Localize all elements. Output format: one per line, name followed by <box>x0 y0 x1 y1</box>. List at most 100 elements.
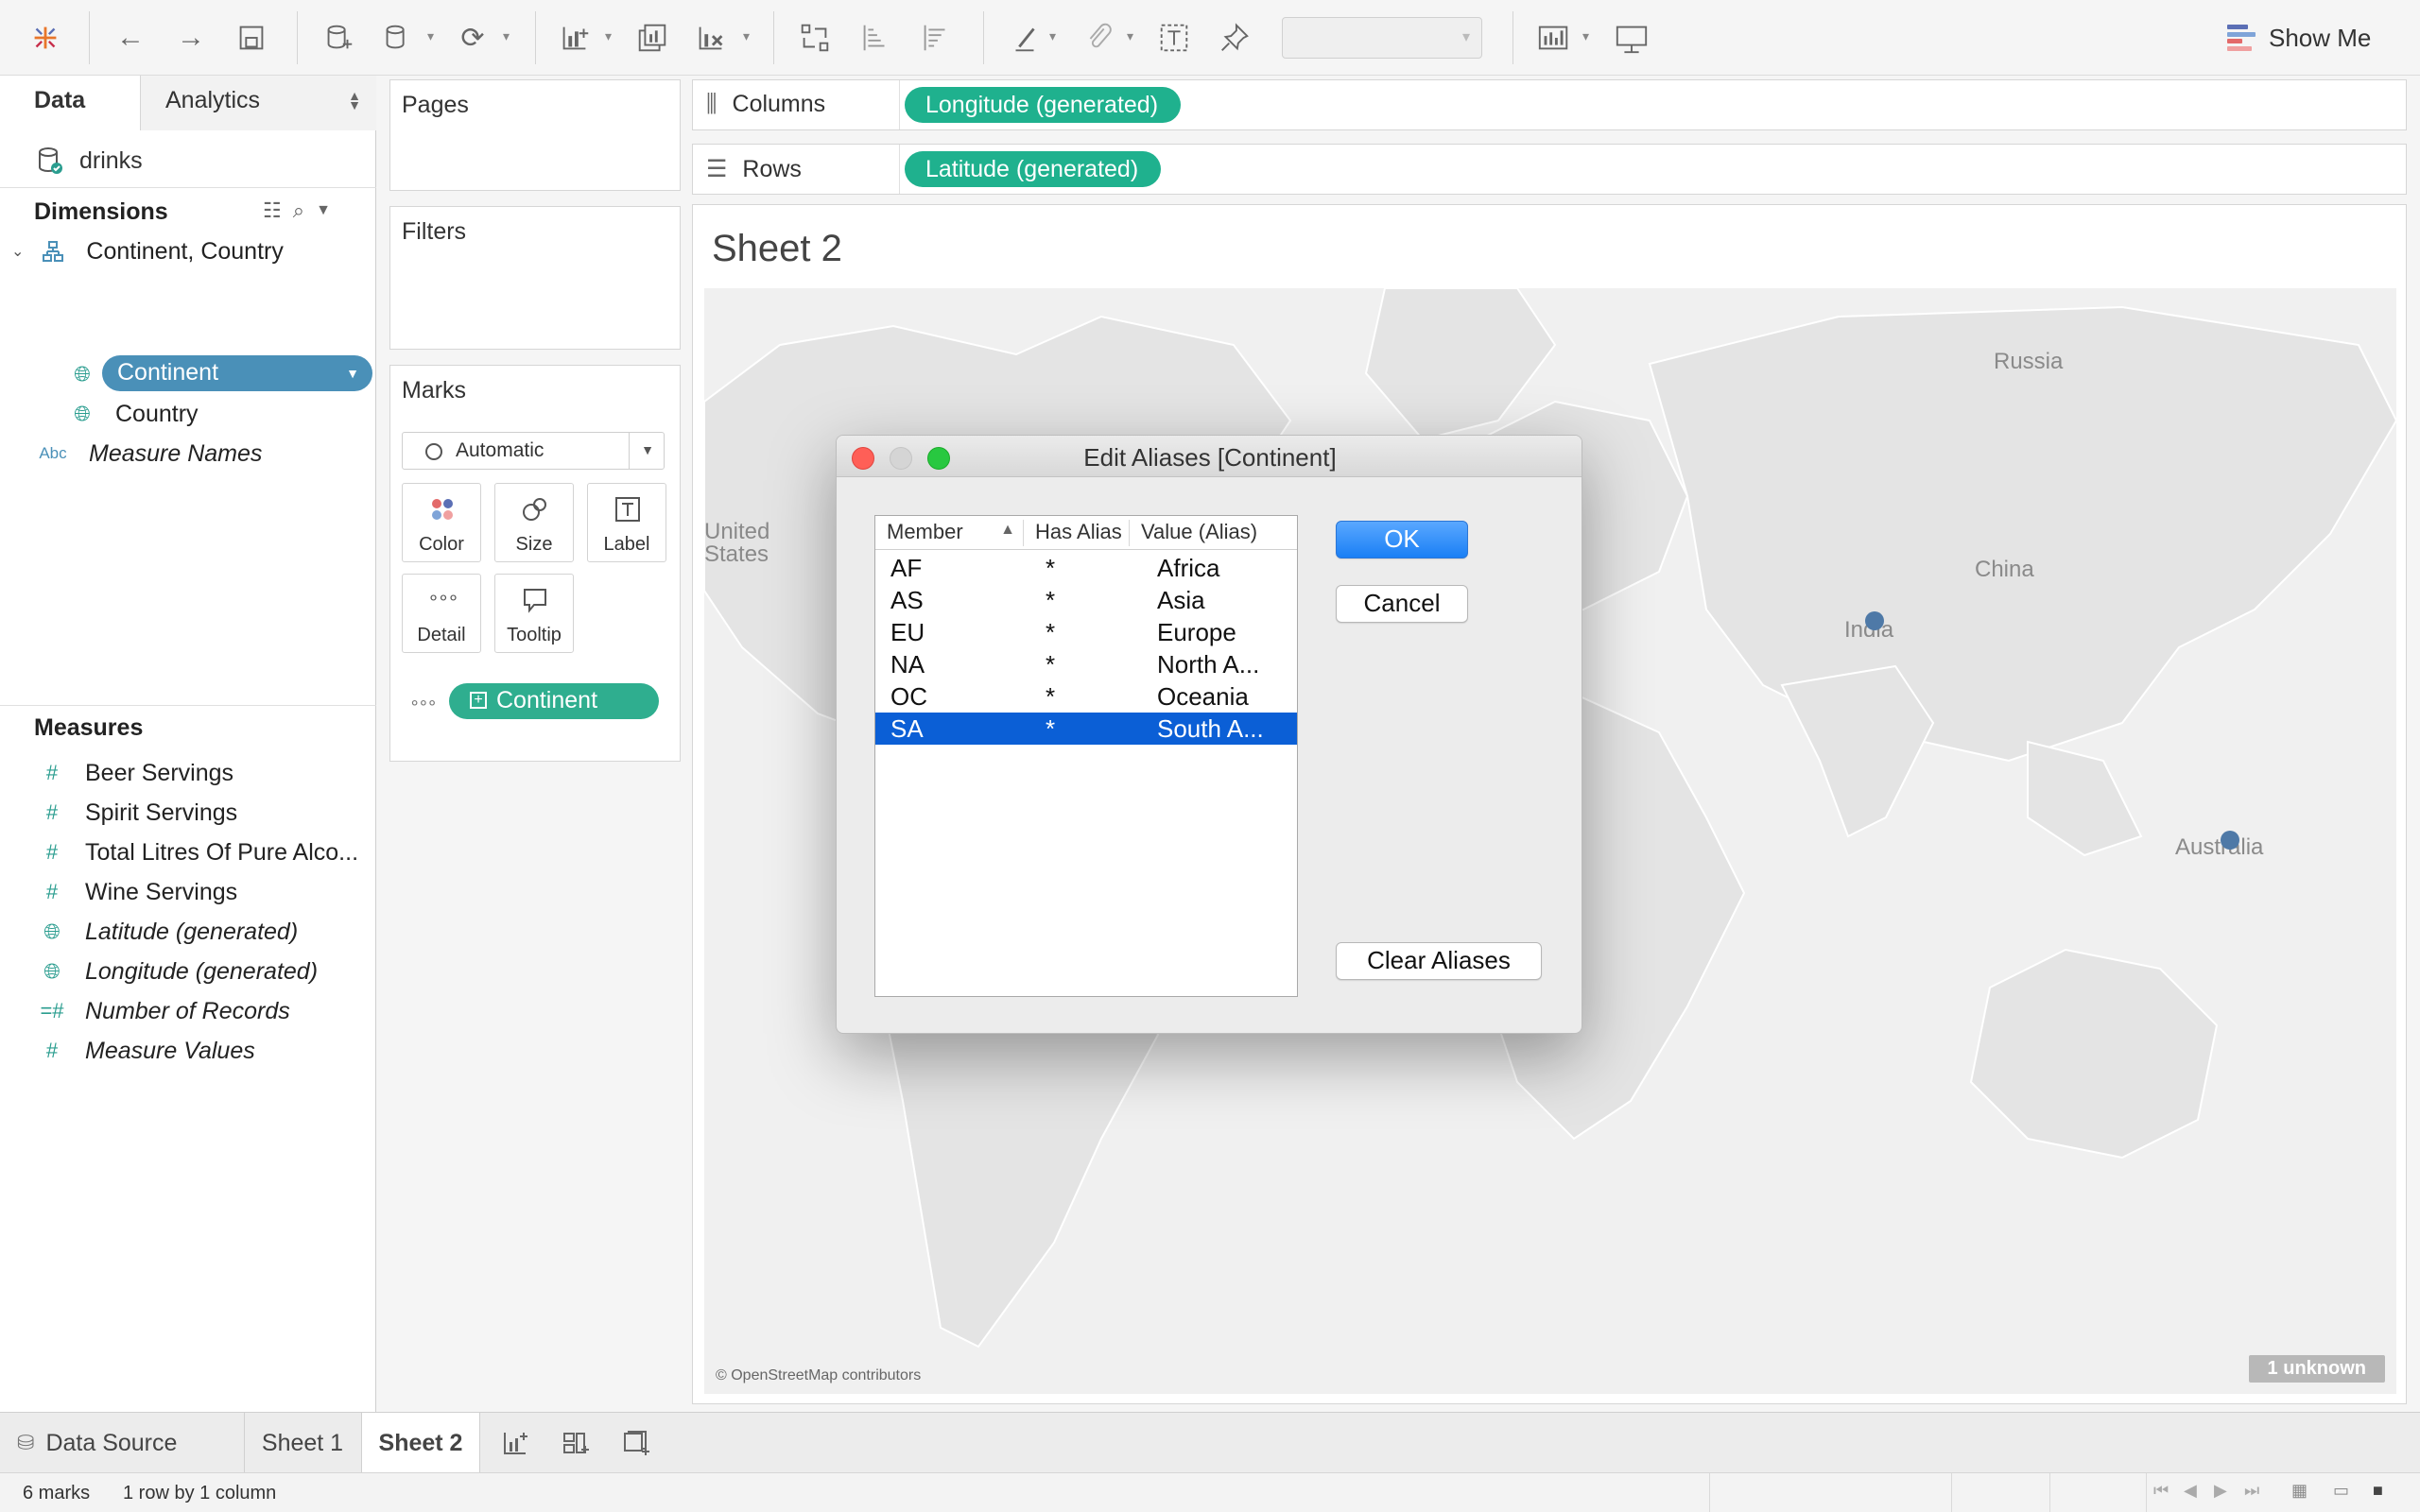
clear-aliases-button[interactable]: Clear Aliases <box>1336 942 1542 980</box>
grid-view-icon[interactable]: ▦ <box>2291 1481 2308 1501</box>
chevron-down-icon[interactable]: ▾ <box>1582 28 1598 47</box>
table-row[interactable]: EU * Europe <box>875 616 1297 648</box>
sort-descending-icon[interactable] <box>917 19 955 57</box>
latitude-pill[interactable]: Latitude (generated) <box>905 151 1162 187</box>
label-button[interactable]: Label <box>587 483 666 562</box>
new-dashboard-icon[interactable] <box>552 1413 599 1473</box>
list-view-icon[interactable]: ☷ <box>263 198 282 223</box>
chevron-down-icon[interactable]: ⌄ <box>11 242 24 261</box>
duplicate-sheet-icon[interactable] <box>633 19 671 57</box>
table-row[interactable]: OC * Oceania <box>875 680 1297 713</box>
tab-data[interactable]: Data <box>0 76 140 130</box>
measure-total-litres[interactable]: # Total Litres Of Pure Alco... <box>40 833 358 871</box>
measure-measure-values[interactable]: # Measure Values <box>40 1032 255 1070</box>
alias-value-cell[interactable]: Africa <box>1157 554 1219 583</box>
table-row[interactable]: AS * Asia <box>875 584 1297 616</box>
fit-dropdown[interactable]: ▾ <box>1282 17 1482 59</box>
chevron-down-icon[interactable]: ▾ <box>427 28 442 47</box>
map-point-oceania[interactable] <box>2221 831 2239 850</box>
alias-value-cell[interactable]: South A... <box>1157 714 1264 744</box>
table-row[interactable]: NA * North A... <box>875 648 1297 680</box>
group-icon[interactable] <box>1080 19 1117 57</box>
filmstrip-view-icon[interactable]: ▭ <box>2333 1481 2349 1501</box>
alias-value-cell[interactable]: Oceania <box>1157 682 1249 712</box>
cancel-button[interactable]: Cancel <box>1336 585 1468 623</box>
hierarchy-continent-country[interactable]: ⌄ Continent, Country <box>11 232 284 270</box>
chevron-down-icon[interactable]: ▼ <box>346 366 359 381</box>
dialog-titlebar[interactable]: Edit Aliases [Continent] <box>837 436 1582 477</box>
chevron-down-icon[interactable]: ▾ <box>1049 28 1064 47</box>
continent-detail-pill[interactable]: + Continent <box>449 683 659 719</box>
chevron-down-icon[interactable]: ▾ <box>1127 28 1142 47</box>
map-point-asia[interactable] <box>1865 611 1884 630</box>
alias-value-cell[interactable]: Asia <box>1157 586 1205 615</box>
search-icon[interactable]: ⌕ <box>293 198 304 223</box>
longitude-pill[interactable]: Longitude (generated) <box>905 87 1182 123</box>
measure-latitude[interactable]: 🌐︎ Latitude (generated) <box>40 913 298 951</box>
chevron-down-icon[interactable]: ▾ <box>605 28 620 47</box>
save-icon[interactable] <box>233 19 270 57</box>
has-alias-cell: * <box>1046 586 1056 614</box>
tab-sheet-1[interactable]: Sheet 1 <box>244 1413 361 1473</box>
chevron-down-icon[interactable]: ▼ <box>316 198 331 223</box>
color-icon <box>403 495 482 530</box>
rows-label: Rows <box>742 155 802 182</box>
tab-sheet-2[interactable]: Sheet 2 <box>361 1413 480 1473</box>
presentation-icon[interactable] <box>1613 19 1651 57</box>
measure-longitude[interactable]: 🌐︎ Longitude (generated) <box>40 953 318 990</box>
tab-analytics[interactable]: Analytics ▲ ▼ <box>140 76 376 130</box>
pin-icon[interactable] <box>1216 19 1253 57</box>
new-worksheet-icon[interactable] <box>556 19 594 57</box>
new-story-icon[interactable] <box>613 1413 660 1473</box>
alias-value-cell[interactable]: Europe <box>1157 618 1236 647</box>
ok-button[interactable]: OK <box>1336 521 1468 558</box>
detail-button[interactable]: ∘∘∘ Detail <box>402 574 481 653</box>
measure-names-field[interactable]: Abc Measure Names <box>36 435 262 472</box>
new-worksheet-icon[interactable] <box>492 1413 539 1473</box>
table-row[interactable]: AF * Africa <box>875 552 1297 584</box>
value-column-header[interactable]: Value (Alias) <box>1129 520 1297 546</box>
measure-number-of-records[interactable]: =# Number of Records <box>40 992 289 1030</box>
unknown-indicator[interactable]: 1 unknown <box>2248 1355 2385 1383</box>
measure-beer-servings[interactable]: # Beer Servings <box>40 754 233 792</box>
pages-card[interactable]: Pages <box>389 79 681 191</box>
continent-field-pill[interactable]: Continent ▼ <box>102 355 372 391</box>
previous-sheet-icon[interactable]: ◀ <box>2184 1481 2197 1501</box>
tab-data-source[interactable]: ⛁ Data Source <box>0 1413 244 1473</box>
clear-sheet-icon[interactable] <box>692 19 730 57</box>
sort-ascending-icon[interactable] <box>856 19 894 57</box>
tableau-logo-icon[interactable] <box>26 19 64 57</box>
measure-wine-servings[interactable]: # Wine Servings <box>40 873 237 911</box>
country-field[interactable]: 🌐︎ Country <box>70 395 198 433</box>
size-button[interactable]: Size <box>494 483 574 562</box>
has-alias-column-header[interactable]: Has Alias <box>1023 520 1129 546</box>
first-sheet-icon[interactable]: ⏮ <box>2153 1481 2169 1501</box>
fit-icon[interactable] <box>1535 19 1573 57</box>
datasource-item[interactable]: drinks <box>36 142 143 180</box>
refresh-icon[interactable]: ⟳ <box>454 19 492 57</box>
marks-type-dropdown[interactable]: Automatic ▼ <box>402 432 665 470</box>
measure-spirit-servings[interactable]: # Spirit Servings <box>40 794 237 832</box>
tabs-view-icon[interactable]: ■ <box>2373 1481 2383 1501</box>
chevron-down-icon[interactable]: ▾ <box>503 28 518 47</box>
last-sheet-icon[interactable]: ⏭ <box>2244 1481 2259 1501</box>
new-datasource-icon[interactable] <box>320 19 357 57</box>
redo-icon[interactable]: → <box>172 19 210 57</box>
next-sheet-icon[interactable]: ▶ <box>2214 1481 2227 1501</box>
datasource-icon[interactable] <box>378 19 416 57</box>
color-button[interactable]: Color <box>402 483 481 562</box>
swap-icon[interactable] <box>796 19 834 57</box>
label-icon[interactable] <box>1155 19 1193 57</box>
rows-shelf[interactable]: ☰ Rows Latitude (generated) <box>692 144 2407 195</box>
undo-icon[interactable]: ← <box>112 19 149 57</box>
table-row-selected[interactable]: SA * South A... <box>875 713 1297 745</box>
filters-card[interactable]: Filters <box>389 206 681 350</box>
member-column-header[interactable]: Member ▲ <box>875 520 1023 546</box>
alias-value-cell[interactable]: North A... <box>1157 650 1259 679</box>
chevron-down-icon[interactable]: ▾ <box>743 28 758 47</box>
columns-shelf[interactable]: ⫼ Columns Longitude (generated) <box>692 79 2407 130</box>
tooltip-button[interactable]: Tooltip <box>494 574 574 653</box>
show-me-button[interactable]: Show Me <box>2227 21 2371 55</box>
highlight-icon[interactable] <box>1006 19 1044 57</box>
expand-icon[interactable]: + <box>470 692 487 709</box>
